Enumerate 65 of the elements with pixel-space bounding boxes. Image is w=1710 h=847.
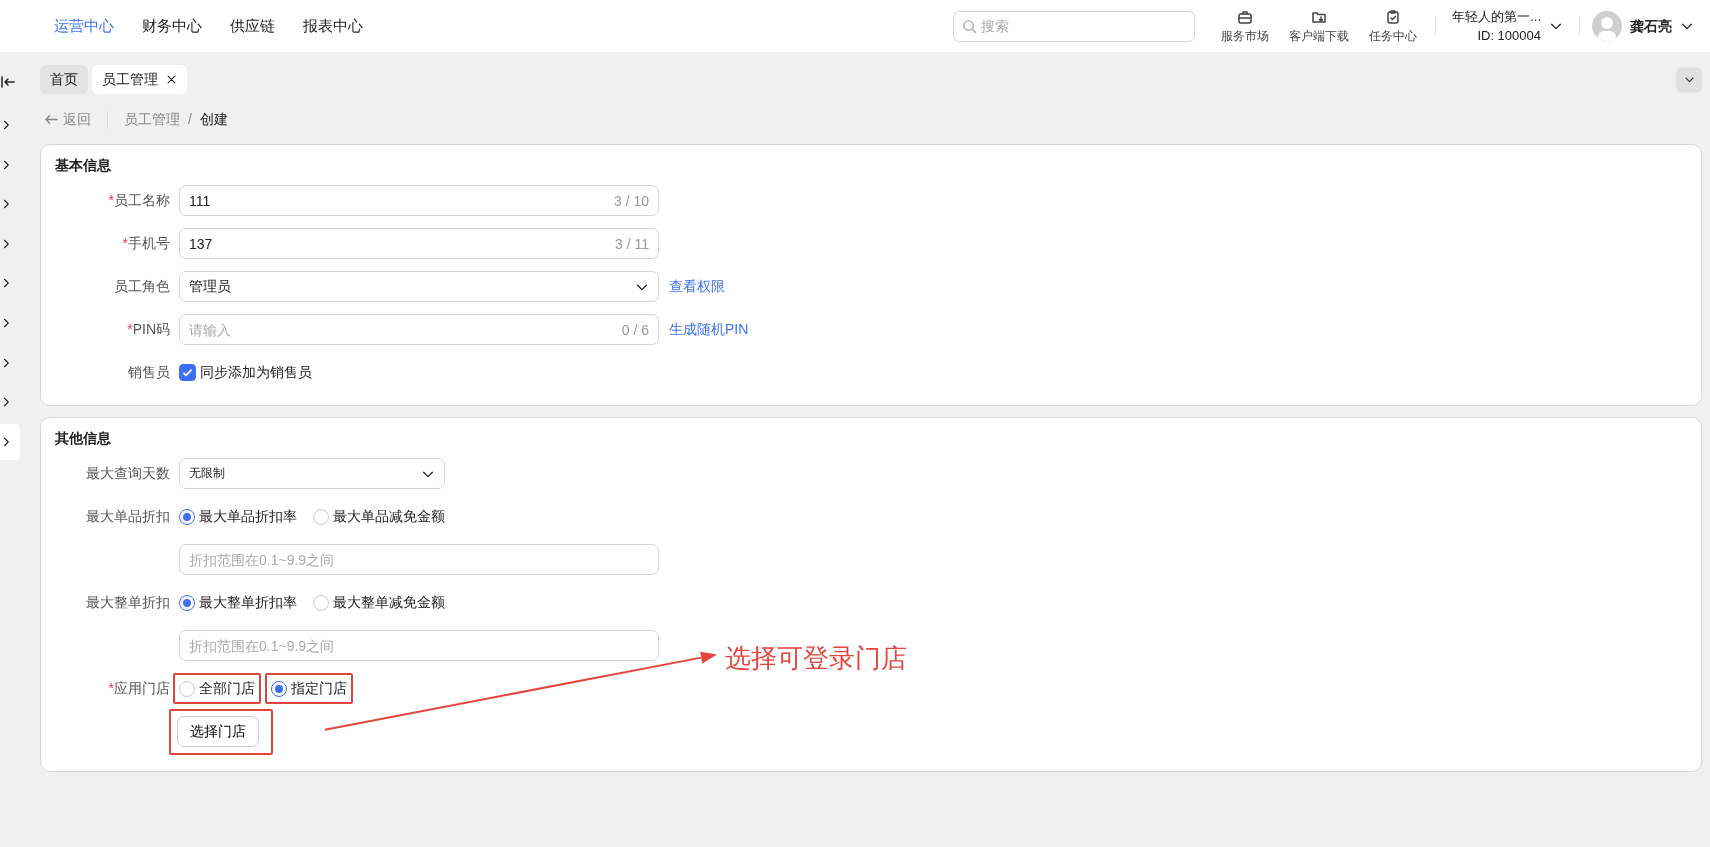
select-store-button[interactable]: 选择门店: [177, 716, 259, 747]
annotation-text: 选择可登录门店: [725, 642, 907, 675]
radio-label[interactable]: 指定门店: [291, 678, 347, 699]
collapse-sidebar-icon[interactable]: [0, 74, 16, 90]
field-label: 员工名称: [114, 192, 170, 208]
field-label: 销售员: [127, 363, 171, 382]
radio-label[interactable]: 最大整单折扣率: [199, 592, 297, 613]
radio-button[interactable]: [313, 594, 329, 611]
arrow-left-icon: [44, 112, 59, 127]
required-mark: *: [108, 192, 114, 208]
radio-label[interactable]: 全部门店: [199, 678, 255, 699]
field-label: 最大单品折扣: [85, 507, 171, 526]
user-menu[interactable]: 龚石亮: [1588, 11, 1710, 41]
briefcase-icon: [1237, 8, 1254, 25]
radio-button[interactable]: [179, 508, 195, 525]
section-title: 其他信息: [55, 429, 112, 448]
radio-button[interactable]: [179, 594, 195, 611]
radio-label[interactable]: 最大整单减免金额: [333, 592, 445, 613]
checkmark-icon: [181, 366, 194, 379]
page-tab[interactable]: 首页: [40, 65, 88, 94]
sidebar-item[interactable]: [0, 423, 20, 460]
char-counter: 3 / 10: [613, 192, 649, 211]
char-counter: 0 / 6: [621, 321, 649, 340]
breadcrumb-item: 创建: [199, 110, 228, 129]
radio-label[interactable]: 最大单品减免金额: [333, 506, 445, 527]
char-counter: 3 / 11: [615, 235, 649, 254]
nav-tab[interactable]: 财务中心: [128, 14, 216, 38]
field-label: 最大整单折扣: [85, 593, 171, 612]
field-label: 手机号: [128, 235, 170, 251]
field-label: 最大查询天数: [85, 464, 171, 483]
nav-tab[interactable]: 运营中心: [40, 14, 128, 38]
nav-tab[interactable]: 报表中心: [289, 14, 377, 38]
field-label: 员工角色: [113, 277, 171, 296]
account-switcher[interactable]: 年轻人的第一... ID: 100004: [1444, 6, 1571, 46]
checkbox[interactable]: [179, 364, 196, 381]
required-mark: *: [127, 321, 133, 337]
link[interactable]: 生成随机PIN: [669, 319, 749, 340]
search-placeholder: 搜索: [981, 16, 1010, 36]
field-label: 应用门店: [114, 680, 170, 696]
input-field[interactable]: 折扣范围在0.1~9.9之间: [179, 630, 659, 661]
nav-tab[interactable]: 供应链: [216, 14, 289, 38]
clipboard-check-icon: [1385, 8, 1402, 25]
toolbar-button[interactable]: 服务市场: [1211, 8, 1280, 44]
search-icon: [962, 18, 978, 34]
link[interactable]: 查看权限: [669, 276, 725, 297]
breadcrumb-separator: /: [188, 110, 192, 129]
radio-label[interactable]: 最大单品折扣率: [199, 506, 297, 527]
dropdown[interactable]: 管理员: [179, 271, 659, 302]
section-title: 基本信息: [55, 156, 112, 175]
close-icon[interactable]: [166, 74, 177, 85]
avatar: [1592, 11, 1622, 41]
account-id: ID: 100004: [1477, 27, 1541, 45]
radio-button[interactable]: [271, 680, 287, 697]
field-label: PIN码: [132, 321, 170, 337]
page-tab[interactable]: 员工管理: [92, 65, 187, 94]
radio-button[interactable]: [179, 680, 195, 697]
required-mark: *: [122, 235, 128, 251]
toolbar-button[interactable]: 任务中心: [1359, 8, 1428, 44]
radio-button[interactable]: [313, 508, 329, 525]
required-mark: *: [108, 680, 114, 696]
dropdown[interactable]: 无限制: [179, 458, 445, 489]
toolbar-button[interactable]: 客户端下载: [1279, 8, 1360, 44]
checkbox-label[interactable]: 同步添加为销售员: [200, 362, 312, 383]
input-field[interactable]: 折扣范围在0.1~9.9之间: [179, 544, 659, 575]
account-name: 年轻人的第一...: [1452, 7, 1541, 26]
